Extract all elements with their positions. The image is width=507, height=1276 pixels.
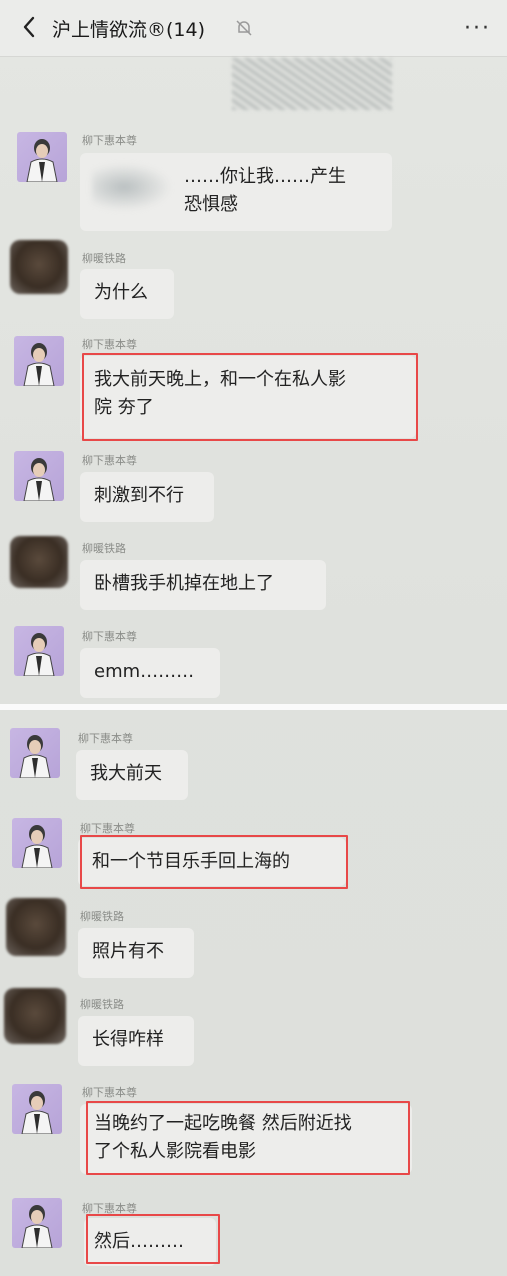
avatar[interactable] [10,536,68,588]
mute-bell-icon [234,18,254,38]
message-bubble[interactable]: 刺激到不行 [80,472,214,522]
message-text: 为什么 [94,282,148,303]
sender-name: 柳下惠本尊 [82,1086,137,1099]
sender-name: 柳下惠本尊 [78,732,133,745]
avatar[interactable] [12,818,62,868]
avatar[interactable] [14,336,64,386]
message-text: ……你让我……产生 恐惧感 [184,166,346,215]
message-text: emm……… [94,661,195,682]
sender-name: 柳暖铁路 [82,542,126,555]
avatar[interactable] [12,1198,62,1248]
sender-name: 柳下惠本尊 [80,822,135,835]
message-text: 长得咋样 [92,1029,164,1050]
back-chevron-icon[interactable] [18,16,40,38]
sender-name: 柳暖铁路 [82,252,126,265]
sender-name: 柳下惠本尊 [82,338,137,351]
message-bubble[interactable]: 照片有不 [78,928,194,978]
message-text: 我大前天 [90,763,162,784]
avatar[interactable] [4,988,66,1044]
message-text: 卧槽我手机掉在地上了 [94,573,274,594]
highlight-box [86,1101,410,1175]
message-text: 照片有不 [92,941,164,962]
message-bubble[interactable]: 为什么 [80,269,174,319]
message-bubble[interactable]: 我大前天 [76,750,188,800]
chat-header: 沪上情欲流®(14) ··· [0,0,507,57]
avatar[interactable] [14,626,64,676]
sender-name: 柳下惠本尊 [82,454,137,467]
avatar[interactable] [6,898,66,956]
blurred-content [92,163,172,211]
sender-name: 柳下惠本尊 [82,134,137,147]
avatar[interactable] [10,240,68,294]
message-bubble[interactable]: emm……… [80,648,220,698]
more-dots-icon[interactable]: ··· [464,16,491,41]
message-bubble[interactable]: 长得咋样 [78,1016,194,1066]
avatar[interactable] [14,451,64,501]
avatar[interactable] [10,728,60,778]
avatar[interactable] [17,132,67,182]
message-bubble[interactable]: ……你让我……产生 恐惧感 [80,153,392,231]
screenshot-divider [0,704,507,710]
highlight-box [86,1214,220,1264]
blurred-content [232,58,392,110]
sender-name: 柳暖铁路 [80,910,124,923]
sender-name: 柳下惠本尊 [82,630,137,643]
highlight-box [80,835,348,889]
avatar[interactable] [12,1084,62,1134]
message-text: 刺激到不行 [94,485,184,506]
highlight-box [82,353,418,441]
message-bubble[interactable]: 卧槽我手机掉在地上了 [80,560,326,610]
sender-name: 柳暖铁路 [80,998,124,1011]
chat-title[interactable]: 沪上情欲流®(14) [52,15,205,42]
